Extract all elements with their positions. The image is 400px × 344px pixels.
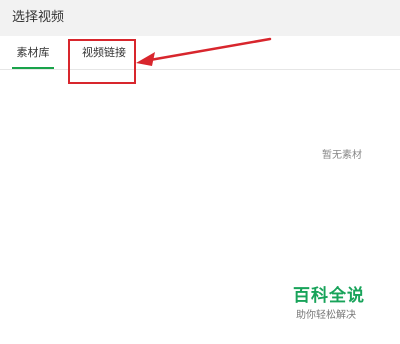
tab-material-library[interactable]: 素材库 xyxy=(12,36,54,69)
dialog-title: 选择视频 xyxy=(12,10,65,25)
empty-state-text: 暂无素材 xyxy=(322,150,362,161)
watermark-logo-text: 百科全说 xyxy=(293,286,365,306)
dialog-title-bar: 选择视频 xyxy=(0,0,400,36)
annotation-highlight-box xyxy=(68,39,136,84)
watermark-slogan: 助你轻松解决 xyxy=(296,310,356,321)
active-tab-indicator xyxy=(12,67,54,69)
tab-bar: 素材库 视频链接 xyxy=(0,36,400,70)
